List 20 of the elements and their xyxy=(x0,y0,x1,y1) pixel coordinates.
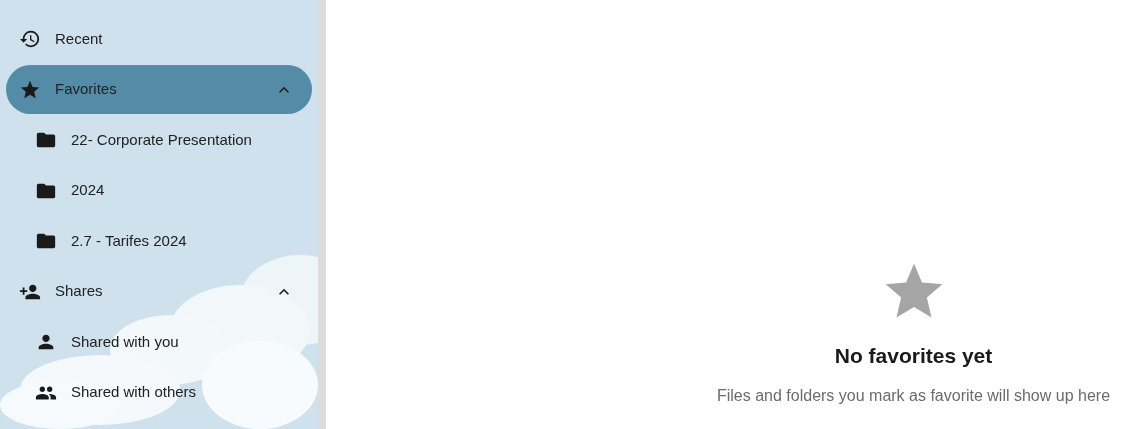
history-icon xyxy=(19,28,41,50)
item-label: Shared with others xyxy=(71,382,198,403)
item-label: Recent xyxy=(55,28,104,49)
item-label: Shares xyxy=(55,281,104,302)
folder-item[interactable]: Shared with you xyxy=(6,317,312,367)
nav-item[interactable]: Shares xyxy=(6,267,312,316)
empty-message: Files and folders you mark as favorite will show up here xyxy=(716,385,1111,406)
item-label: 2.7 - Tarifes 2024 xyxy=(71,230,188,251)
item-label: 2024 xyxy=(71,180,106,201)
folder-item[interactable]: 2.7 - Tarifes 2024 xyxy=(6,216,312,266)
empty-title: No favorites yet xyxy=(834,343,993,369)
folder-item[interactable]: 22- Corporate Presentation xyxy=(6,115,312,165)
scrollbar[interactable] xyxy=(318,0,326,429)
nav-item[interactable]: Recent xyxy=(6,14,312,64)
nav-item[interactable]: Favorites xyxy=(6,65,312,114)
item-label: 22- Corporate Presentation xyxy=(71,129,253,150)
folder-item[interactable]: 2024 xyxy=(6,166,312,215)
folder-item[interactable]: Shared with others xyxy=(6,368,312,417)
item-label: Shared with you xyxy=(71,331,180,352)
item-label: Favorites xyxy=(55,79,118,100)
